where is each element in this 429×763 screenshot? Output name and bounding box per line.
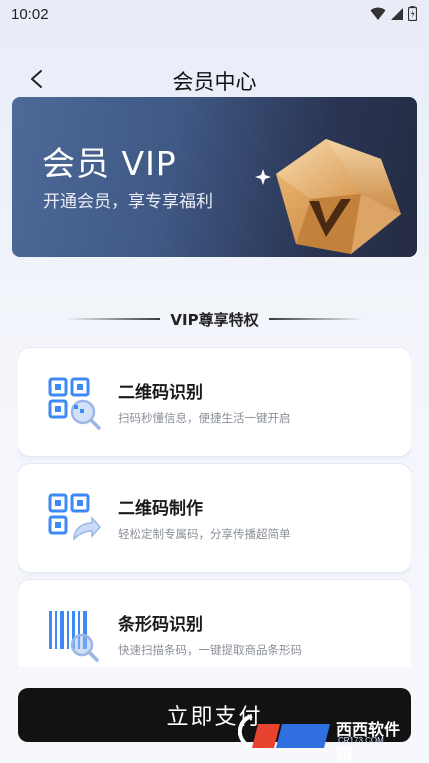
- feature-title: 二维码制作: [118, 499, 203, 519]
- gold-diamond-icon: [255, 139, 401, 254]
- section-title: VIP尊享特权: [170, 310, 259, 329]
- battery-icon: [408, 6, 417, 21]
- vip-banner: 会员 VIP 开通会员，享专享福利: [12, 97, 417, 257]
- feature-card-qr-create[interactable]: 二维码制作 轻松定制专属码，分享传播超简单: [18, 464, 411, 572]
- watermark-url: CR173.COM: [338, 736, 384, 745]
- status-icons: [370, 6, 417, 21]
- divider-right: [268, 318, 363, 320]
- divider-left: [66, 318, 161, 320]
- feature-title: 二维码识别: [118, 383, 203, 403]
- feature-card-qr-scan[interactable]: 二维码识别 扫码秒懂信息，便捷生活一键开启: [18, 348, 411, 456]
- banner-title: 会员 VIP: [42, 144, 177, 183]
- nav-bar: 会员中心: [0, 58, 429, 102]
- feature-desc: 扫码秒懂信息，便捷生活一键开启: [118, 411, 291, 425]
- wifi-icon: [370, 7, 386, 20]
- status-time: 10:02: [11, 6, 49, 23]
- watermark: 西西软件园 CR173.COM: [238, 712, 414, 763]
- barcode-scan-icon: [49, 611, 99, 662]
- status-bar: 10:02: [0, 0, 429, 30]
- qr-create-icon: [48, 493, 102, 541]
- feature-desc: 快速扫描条码，一键提取商品条形码: [118, 643, 302, 657]
- page-title: 会员中心: [172, 70, 257, 94]
- qr-scan-icon: [48, 377, 101, 430]
- section-header: VIP尊享特权: [0, 306, 429, 332]
- feature-title: 条形码识别: [118, 615, 203, 635]
- feature-card-barcode-scan[interactable]: 条形码识别 快速扫描条码，一键提取商品条形码: [18, 580, 411, 667]
- feature-desc: 轻松定制专属码，分享传播超简单: [118, 527, 291, 541]
- signal-icon: [391, 7, 403, 20]
- banner-subtitle: 开通会员，享专享福利: [43, 192, 213, 212]
- feature-list: 二维码识别 扫码秒懂信息，便捷生活一键开启 二维码制作 轻松定制专属码，分享传播…: [18, 347, 411, 667]
